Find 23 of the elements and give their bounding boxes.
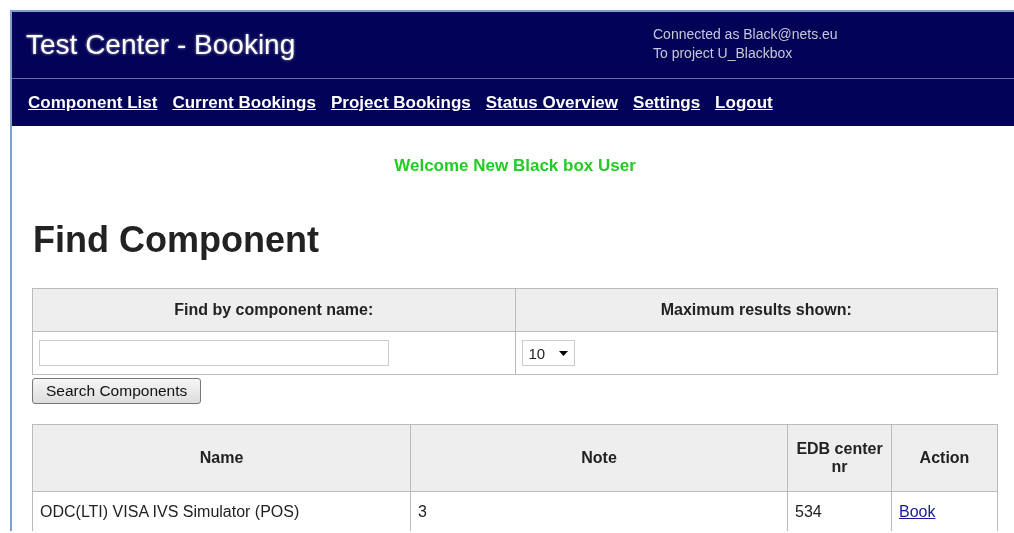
nav-link[interactable]: Project Bookings	[330, 92, 471, 113]
project-name: To project U_Blackbox	[653, 44, 794, 63]
column-header: Maximum results shown:	[515, 288, 998, 332]
table-cell: ODC(LTI) VISA IVS Simulator (POS)	[32, 491, 411, 531]
nav-link[interactable]: Settings	[633, 92, 701, 113]
nav-link[interactable]: Logout	[715, 92, 773, 113]
site-title: Test Center - Booking	[26, 29, 297, 61]
column-header: Action	[891, 424, 998, 492]
page-heading: Find Component	[33, 218, 320, 262]
caret-icon	[559, 350, 569, 356]
nav-link[interactable]: Status Overview	[485, 92, 619, 113]
book-link[interactable]: Book	[899, 503, 936, 520]
welcome-message: Welcome New Black box User	[393, 156, 637, 176]
nav-link[interactable]: Current Bookings	[172, 92, 316, 113]
column-header: EDB center nr	[787, 424, 892, 492]
column-header: Note	[410, 424, 788, 492]
search-button[interactable]: Search Components	[32, 378, 202, 404]
connected-user: Connected as Black@nets.eu	[653, 25, 838, 44]
column-header: Find by component name:	[32, 288, 515, 332]
nav-link[interactable]: Component List	[28, 92, 158, 113]
component-name-field[interactable]	[39, 340, 389, 366]
column-header: Name	[32, 424, 411, 492]
max-results-dropdown[interactable]: 10	[521, 340, 576, 366]
